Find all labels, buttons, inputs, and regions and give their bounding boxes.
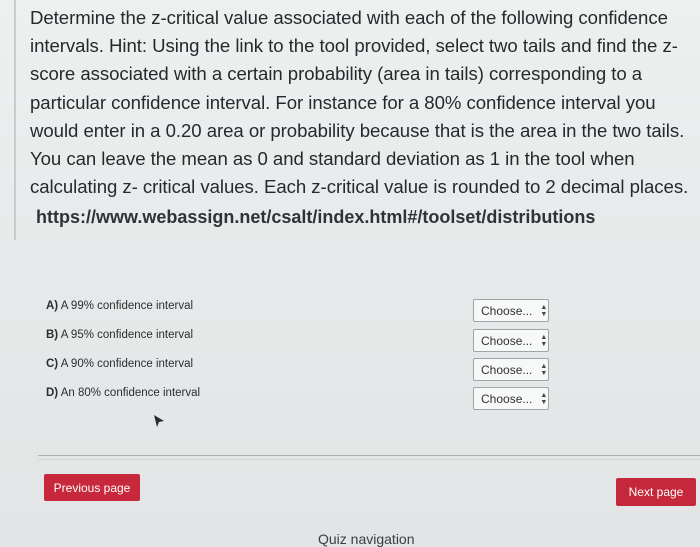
select-value: Choose... bbox=[481, 362, 533, 377]
quiz-page: Determine the z-critical value associate… bbox=[0, 0, 700, 547]
subquestion-label: A 90% confidence interval bbox=[60, 358, 194, 370]
subquestion-label: An 80% confidence interval bbox=[60, 387, 201, 399]
next-page-button[interactable]: Next page bbox=[616, 478, 696, 506]
subquestion-letter: A) bbox=[46, 300, 59, 312]
select-value: Choose... bbox=[481, 303, 533, 318]
section-divider-shadow bbox=[38, 459, 700, 460]
sort-arrows-icon: ▲ ▼ bbox=[540, 303, 548, 318]
subquestion-c: C) A 90% confidence interval bbox=[46, 358, 193, 370]
previous-page-button[interactable]: Previous page bbox=[44, 474, 140, 501]
distribution-tool-link[interactable]: https://www.webassign.net/csalt/index.ht… bbox=[36, 207, 595, 228]
answer-select-a[interactable]: Choose... ▲ ▼ bbox=[473, 299, 549, 322]
question-text: Determine the z-critical value associate… bbox=[30, 4, 698, 201]
subquestion-b: B) A 95% confidence interval bbox=[46, 329, 193, 341]
subquestion-letter: D) bbox=[46, 387, 59, 399]
subquestion-letter: C) bbox=[46, 358, 59, 370]
subquestion-a: A) A 99% confidence interval bbox=[46, 300, 193, 312]
sort-arrows-icon: ▲ ▼ bbox=[540, 362, 548, 377]
select-value: Choose... bbox=[481, 391, 533, 406]
select-value: Choose... bbox=[481, 333, 533, 348]
subquestion-letter: B) bbox=[46, 329, 59, 341]
mouse-pointer-icon bbox=[154, 415, 164, 427]
subquestion-label: A 95% confidence interval bbox=[60, 329, 194, 341]
sort-arrows-icon: ▲ ▼ bbox=[540, 333, 548, 348]
question-body: Determine the z-critical value associate… bbox=[30, 7, 689, 198]
question-border bbox=[14, 0, 16, 240]
quiz-navigation-heading[interactable]: Quiz navigation bbox=[318, 531, 415, 547]
section-divider bbox=[38, 455, 700, 456]
answer-select-b[interactable]: Choose... ▲ ▼ bbox=[473, 329, 549, 352]
subquestion-label: A 99% confidence interval bbox=[60, 300, 194, 312]
subquestion-d: D) An 80% confidence interval bbox=[46, 387, 200, 399]
answer-select-c[interactable]: Choose... ▲ ▼ bbox=[473, 358, 549, 381]
answer-select-d[interactable]: Choose... ▲ ▼ bbox=[473, 387, 549, 410]
sort-arrows-icon: ▲ ▼ bbox=[540, 391, 548, 406]
